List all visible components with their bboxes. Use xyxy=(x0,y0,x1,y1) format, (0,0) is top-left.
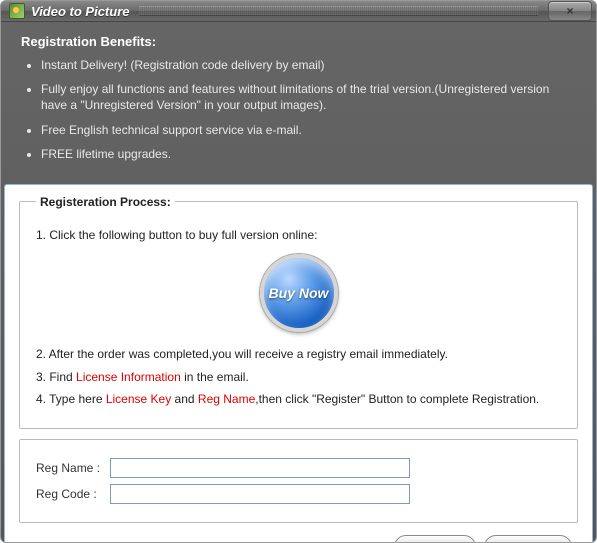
process-panel: Registeration Process: 1. Click the foll… xyxy=(4,184,593,543)
process-fieldset: Registeration Process: 1. Click the foll… xyxy=(19,195,578,429)
window-title: Video to Picture xyxy=(31,4,129,19)
benefit-item: Fully enjoy all functions and features w… xyxy=(41,81,576,113)
next-time-button[interactable]: Next Time xyxy=(484,535,572,543)
register-button[interactable]: Register xyxy=(394,535,476,543)
buy-now-button[interactable]: Buy Now xyxy=(260,254,338,332)
license-info-text: License Information xyxy=(76,370,181,384)
reg-name-input[interactable] xyxy=(110,458,410,478)
benefit-item: Instant Delivery! (Registration code del… xyxy=(41,57,576,73)
reg-code-label: Reg Code : xyxy=(36,487,110,501)
titlebar-divider xyxy=(139,6,538,16)
process-step-2: 2. After the order was completed,you wil… xyxy=(36,346,561,363)
benefit-item: FREE lifetime upgrades. xyxy=(41,146,576,162)
close-icon: × xyxy=(566,4,573,18)
titlebar: Video to Picture × xyxy=(1,1,596,22)
registration-form: Reg Name : Reg Code : xyxy=(19,439,578,523)
benefits-panel: Registration Benefits: Instant Delivery!… xyxy=(1,22,596,184)
process-step-4: 4. Type here License Key and Reg Name,th… xyxy=(36,391,561,408)
close-button[interactable]: × xyxy=(548,1,592,21)
process-step-1: 1. Click the following button to buy ful… xyxy=(36,227,561,244)
process-step-3: 3. Find License Information in the email… xyxy=(36,369,561,386)
reg-name-text: Reg Name xyxy=(198,392,255,406)
benefit-item: Free English technical support service v… xyxy=(41,122,576,138)
benefits-heading: Registration Benefits: xyxy=(21,34,576,49)
reg-name-label: Reg Name : xyxy=(36,461,110,475)
registration-dialog: Video to Picture × Registration Benefits… xyxy=(0,0,597,543)
reg-code-input[interactable] xyxy=(110,484,410,504)
buy-now-wrap: Buy Now xyxy=(36,254,561,332)
process-legend: Registeration Process: xyxy=(36,195,175,209)
license-key-text: License Key xyxy=(106,392,171,406)
dialog-buttons: Register Next Time xyxy=(19,531,578,543)
app-icon xyxy=(9,3,25,19)
buy-now-label: Buy Now xyxy=(269,285,329,301)
benefits-list: Instant Delivery! (Registration code del… xyxy=(21,57,576,162)
